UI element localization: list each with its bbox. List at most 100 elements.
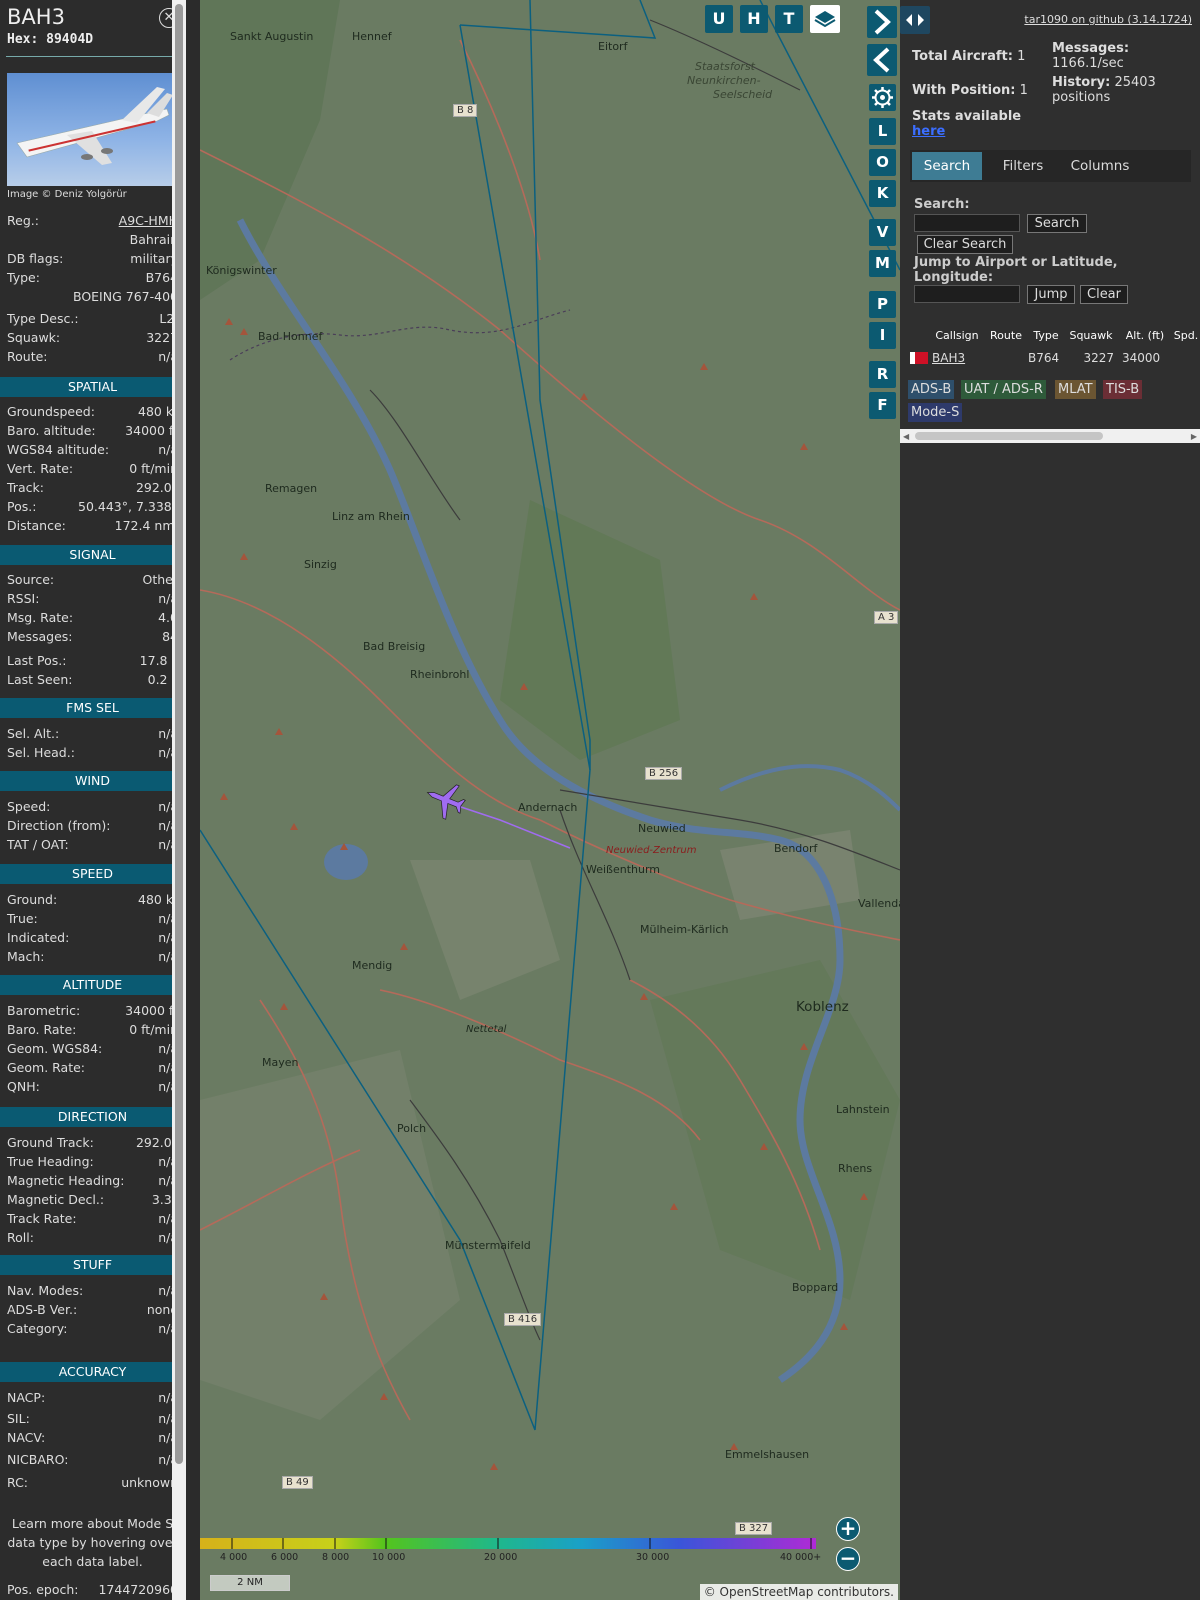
legend-mode-s[interactable]: Mode-S bbox=[908, 403, 963, 422]
info-label[interactable]: Indicated: bbox=[7, 930, 69, 945]
map-button-h[interactable]: H bbox=[740, 5, 768, 33]
map-button-r[interactable]: R bbox=[869, 361, 896, 388]
search-input[interactable] bbox=[914, 214, 1020, 232]
info-label[interactable]: Ground: bbox=[7, 892, 57, 907]
expand-panel-button[interactable] bbox=[867, 6, 897, 38]
section-header-altitude[interactable]: ALTITUDE bbox=[0, 975, 185, 995]
jump-button[interactable]: Jump bbox=[1027, 285, 1075, 304]
info-label[interactable]: SIL: bbox=[7, 1411, 30, 1426]
info-label[interactable]: True Heading: bbox=[7, 1154, 94, 1169]
github-link[interactable]: tar1090 on github (3.14.1724) bbox=[1024, 13, 1192, 26]
row-callsign[interactable]: BAH3 bbox=[932, 348, 982, 368]
info-label[interactable]: Magnetic Decl.: bbox=[7, 1192, 104, 1207]
info-label[interactable]: Baro. altitude: bbox=[7, 423, 96, 438]
map-button-u[interactable]: U bbox=[705, 5, 733, 33]
info-label[interactable]: Source: bbox=[7, 572, 54, 587]
collapse-panel-button[interactable] bbox=[867, 44, 897, 76]
section-header-stuff[interactable]: STUFF bbox=[0, 1255, 185, 1275]
map-button-o[interactable]: O bbox=[869, 149, 896, 176]
info-label[interactable]: QNH: bbox=[7, 1079, 40, 1094]
aircraft-photo[interactable] bbox=[7, 73, 178, 186]
scrollbar-thumb[interactable] bbox=[175, 4, 183, 1464]
info-label[interactable]: True: bbox=[7, 911, 38, 926]
col-callsign[interactable]: Callsign bbox=[930, 324, 984, 348]
toggle-sidebar-button[interactable] bbox=[900, 6, 930, 34]
col-altitude[interactable]: Alt. (ft) bbox=[1118, 324, 1172, 348]
search-button[interactable]: Search bbox=[1027, 214, 1087, 233]
section-header-direction[interactable]: DIRECTION bbox=[0, 1107, 185, 1127]
map-button-f[interactable]: F bbox=[869, 392, 896, 419]
map-button-p[interactable]: P bbox=[869, 291, 896, 318]
tab-filters[interactable]: Filters bbox=[988, 152, 1058, 180]
jump-input[interactable] bbox=[914, 285, 1020, 303]
info-label[interactable]: Direction (from): bbox=[7, 818, 111, 833]
registration-link[interactable]: A9C-HMH bbox=[119, 213, 178, 228]
scroll-right-icon[interactable]: ▶ bbox=[1191, 432, 1197, 441]
legend-mlat[interactable]: MLAT bbox=[1055, 380, 1096, 399]
table-horizontal-scrollbar[interactable]: ◀ ▶ bbox=[900, 429, 1200, 443]
info-label[interactable]: RSSI: bbox=[7, 591, 39, 606]
section-header-spatial[interactable]: SPATIAL bbox=[0, 377, 185, 397]
info-label[interactable]: Pos.: bbox=[7, 499, 36, 514]
legend-tis-b[interactable]: TIS-B bbox=[1103, 380, 1143, 399]
info-label[interactable]: Vert. Rate: bbox=[7, 461, 73, 476]
info-label[interactable]: Sel. Head.: bbox=[7, 745, 75, 760]
info-label[interactable]: Nav. Modes: bbox=[7, 1283, 83, 1298]
info-label[interactable]: Msg. Rate: bbox=[7, 610, 73, 625]
info-label[interactable]: Category: bbox=[7, 1321, 67, 1336]
map-view[interactable]: Sankt Augustin Hennef Eitorf Staatsforst Neu… bbox=[200, 0, 900, 1600]
info-label[interactable]: Magnetic Heading: bbox=[7, 1173, 124, 1188]
scroll-left-icon[interactable]: ◀ bbox=[903, 432, 909, 441]
col-route[interactable]: Route bbox=[984, 324, 1028, 348]
zoom-out-button[interactable]: − bbox=[836, 1547, 860, 1571]
layers-button[interactable] bbox=[810, 5, 840, 33]
scrollbar-thumb[interactable] bbox=[915, 432, 1103, 440]
info-label[interactable]: ADS-B Ver.: bbox=[7, 1302, 77, 1317]
info-label[interactable]: Geom. Rate: bbox=[7, 1060, 85, 1075]
info-label[interactable]: Ground Track: bbox=[7, 1135, 94, 1150]
legend-ads-b[interactable]: ADS-B bbox=[908, 380, 955, 399]
info-label[interactable]: NACV: bbox=[7, 1430, 45, 1445]
info-label[interactable]: TAT / OAT: bbox=[7, 837, 69, 852]
col-type[interactable]: Type bbox=[1028, 324, 1064, 348]
tab-columns[interactable]: Columns bbox=[1062, 152, 1138, 180]
map-button-i[interactable]: I bbox=[869, 322, 896, 349]
info-label[interactable]: Track Rate: bbox=[7, 1211, 77, 1226]
info-label[interactable]: Last Pos.: bbox=[7, 653, 66, 668]
info-label[interactable]: Groundspeed: bbox=[7, 404, 95, 419]
stats-link[interactable]: here bbox=[912, 124, 945, 139]
info-label[interactable]: Distance: bbox=[7, 518, 66, 533]
section-header-accuracy[interactable]: ACCURACY bbox=[0, 1362, 185, 1382]
map-button-m[interactable]: M bbox=[869, 250, 896, 277]
info-label[interactable]: Roll: bbox=[7, 1230, 34, 1245]
info-label[interactable]: Speed: bbox=[7, 799, 50, 814]
section-header-wind[interactable]: WIND bbox=[0, 771, 185, 791]
info-label[interactable]: RC: bbox=[7, 1475, 28, 1490]
map-button-t[interactable]: T bbox=[775, 5, 803, 33]
info-label[interactable]: Sel. Alt.: bbox=[7, 726, 59, 741]
clear-search-button[interactable]: Clear Search bbox=[917, 235, 1013, 254]
info-label[interactable]: WGS84 altitude: bbox=[7, 442, 109, 457]
info-label[interactable]: Messages: bbox=[7, 629, 73, 644]
openstreetmap-link[interactable]: OpenStreetMap bbox=[720, 1585, 814, 1599]
info-label[interactable]: Last Seen: bbox=[7, 672, 72, 687]
col-squawk[interactable]: Squawk bbox=[1064, 324, 1118, 348]
info-label[interactable]: Barometric: bbox=[7, 1003, 80, 1018]
info-label[interactable]: Baro. Rate: bbox=[7, 1022, 76, 1037]
map-button-l[interactable]: L bbox=[869, 118, 896, 145]
legend-uat-ads-r[interactable]: UAT / ADS-R bbox=[961, 380, 1046, 399]
tab-search[interactable]: Search bbox=[912, 152, 982, 180]
info-label[interactable]: NACP: bbox=[7, 1390, 45, 1405]
info-label[interactable]: Track: bbox=[7, 480, 44, 495]
zoom-in-button[interactable]: + bbox=[836, 1517, 860, 1541]
section-header-fms-sel[interactable]: FMS SEL bbox=[0, 698, 185, 718]
info-label[interactable]: Geom. WGS84: bbox=[7, 1041, 102, 1056]
info-label[interactable]: NICBARO: bbox=[7, 1452, 68, 1467]
section-header-signal[interactable]: SIGNAL bbox=[0, 545, 185, 565]
map-button-v[interactable]: V bbox=[869, 219, 896, 246]
clear-button[interactable]: Clear bbox=[1080, 285, 1128, 304]
section-header-speed[interactable]: SPEED bbox=[0, 864, 185, 884]
settings-button[interactable] bbox=[869, 84, 896, 111]
col-speed[interactable]: Spd. bbox=[1172, 324, 1200, 348]
info-label[interactable]: Mach: bbox=[7, 949, 44, 964]
